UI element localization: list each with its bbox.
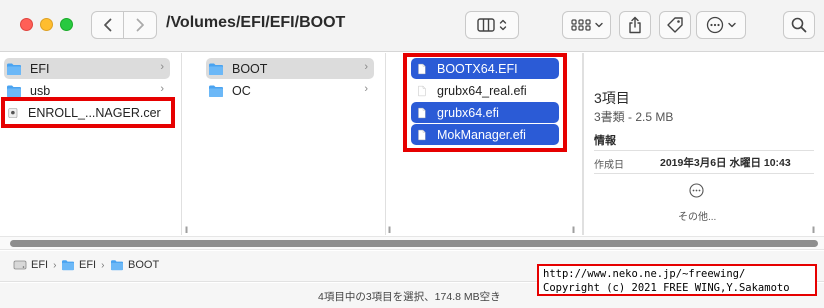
created-date-value: 2019年3月6日 水曜日 10:43 bbox=[660, 157, 791, 169]
item-label: BOOTX64.EFI bbox=[437, 61, 518, 76]
window-title: /Volumes/EFI/EFI/BOOT bbox=[166, 14, 346, 31]
folder-icon bbox=[209, 85, 223, 97]
divider bbox=[594, 150, 814, 151]
search-icon bbox=[791, 17, 807, 33]
copyright-url: http://www.neko.ne.jp/~freewing/ bbox=[543, 268, 746, 280]
column-resize-handle[interactable]: ll bbox=[388, 225, 391, 235]
forward-button[interactable] bbox=[124, 11, 157, 39]
chevron-right-icon: › bbox=[364, 83, 368, 95]
chevron-left-icon bbox=[103, 18, 111, 32]
item-label: MokManager.efi bbox=[437, 127, 526, 142]
item-label: EFI bbox=[30, 61, 50, 76]
chevron-down-icon bbox=[728, 22, 736, 28]
item-label: OC bbox=[232, 83, 251, 98]
tag-button[interactable] bbox=[659, 11, 691, 39]
document-icon bbox=[418, 85, 426, 96]
item-label: usb bbox=[30, 83, 51, 98]
item-label: grubx64_real.efi bbox=[437, 83, 527, 98]
breadcrumb-efi-folder[interactable]: EFI › bbox=[61, 259, 104, 271]
list-item-mokmanager-file[interactable]: MokManager.efi bbox=[411, 124, 559, 145]
breadcrumb-label: BOOT bbox=[128, 259, 160, 271]
breadcrumb-boot-folder[interactable]: BOOT bbox=[110, 259, 159, 271]
up-down-chevron-icon bbox=[499, 19, 507, 31]
item-label: BOOT bbox=[232, 61, 268, 76]
zoom-window-button[interactable] bbox=[60, 18, 73, 31]
chevron-right-icon bbox=[136, 18, 144, 32]
folder-icon bbox=[111, 260, 123, 271]
scrollbar-thumb[interactable] bbox=[10, 240, 818, 247]
preview-subtitle: 3書類 - 2.5 MB bbox=[594, 110, 674, 124]
list-item-boot-folder[interactable]: BOOT › bbox=[206, 58, 374, 79]
action-button[interactable] bbox=[696, 11, 746, 39]
view-mode-button[interactable] bbox=[465, 11, 519, 39]
folder-icon bbox=[209, 63, 223, 75]
grid-group-icon bbox=[570, 19, 591, 31]
chevron-right-icon: › bbox=[364, 61, 368, 73]
folder-icon bbox=[62, 260, 74, 271]
ellipsis-circle-icon bbox=[706, 16, 724, 34]
chevron-right-icon: › bbox=[160, 83, 164, 95]
breadcrumb-separator: › bbox=[53, 259, 57, 271]
list-item-efi-folder[interactable]: EFI › bbox=[4, 58, 170, 79]
list-item-grubx64-file[interactable]: grubx64.efi bbox=[411, 102, 559, 123]
ellipsis-circle-icon[interactable] bbox=[689, 183, 704, 198]
preview-title: 3項目 bbox=[594, 90, 630, 106]
preview-info-heading: 情報 bbox=[594, 135, 616, 147]
document-icon bbox=[418, 129, 426, 140]
document-icon bbox=[418, 107, 426, 118]
breadcrumb-label: EFI bbox=[79, 259, 97, 271]
certificate-icon bbox=[8, 107, 18, 118]
folder-icon bbox=[7, 63, 21, 75]
list-item-bootx64-file[interactable]: BOOTX64.EFI bbox=[411, 58, 559, 79]
item-label: ENROLL_...NAGER.cer bbox=[28, 105, 161, 120]
search-button[interactable] bbox=[783, 11, 815, 39]
group-button[interactable] bbox=[562, 11, 611, 39]
columns-view-icon bbox=[477, 18, 495, 32]
column-resize-handle[interactable]: ll bbox=[185, 225, 188, 235]
copyright-notice: Copyright (c) 2021 FREE WING,Y.Sakamoto bbox=[543, 282, 790, 294]
document-icon bbox=[418, 63, 426, 74]
minimize-window-button[interactable] bbox=[40, 18, 53, 31]
item-label: grubx64.efi bbox=[437, 105, 499, 120]
chevron-down-icon bbox=[594, 22, 603, 28]
back-button[interactable] bbox=[91, 11, 124, 39]
breadcrumb-efi-volume[interactable]: EFI › bbox=[13, 259, 56, 271]
horizontal-scrollbar[interactable] bbox=[0, 236, 824, 250]
close-window-button[interactable] bbox=[20, 18, 33, 31]
more-info-link[interactable]: その他... bbox=[678, 208, 716, 223]
divider bbox=[594, 173, 814, 174]
list-item-oc-folder[interactable]: OC › bbox=[206, 80, 374, 101]
folder-icon bbox=[7, 85, 21, 97]
toolbar: /Volumes/EFI/EFI/BOOT bbox=[0, 0, 824, 52]
breadcrumb-separator: › bbox=[101, 259, 105, 271]
column-resize-handle[interactable]: ll bbox=[572, 225, 575, 235]
status-text: 4項目中の3項目を選択、174.8 MB空き bbox=[318, 291, 501, 303]
drive-icon bbox=[13, 260, 27, 270]
created-date-label: 作成日 bbox=[594, 160, 624, 171]
copyright-overlay: http://www.neko.ne.jp/~freewing/ Copyrig… bbox=[537, 264, 817, 296]
tag-icon bbox=[667, 17, 683, 33]
column-resize-handle[interactable]: ll bbox=[812, 225, 815, 235]
list-item-certificate-file[interactable]: ENROLL_...NAGER.cer bbox=[4, 102, 170, 123]
breadcrumb-label: EFI bbox=[31, 259, 49, 271]
share-button[interactable] bbox=[619, 11, 651, 39]
list-item-grubx64-real-file[interactable]: grubx64_real.efi bbox=[411, 80, 559, 101]
share-icon bbox=[629, 16, 641, 34]
list-item-usb-folder[interactable]: usb › bbox=[4, 80, 170, 101]
chevron-right-icon: › bbox=[160, 61, 164, 73]
